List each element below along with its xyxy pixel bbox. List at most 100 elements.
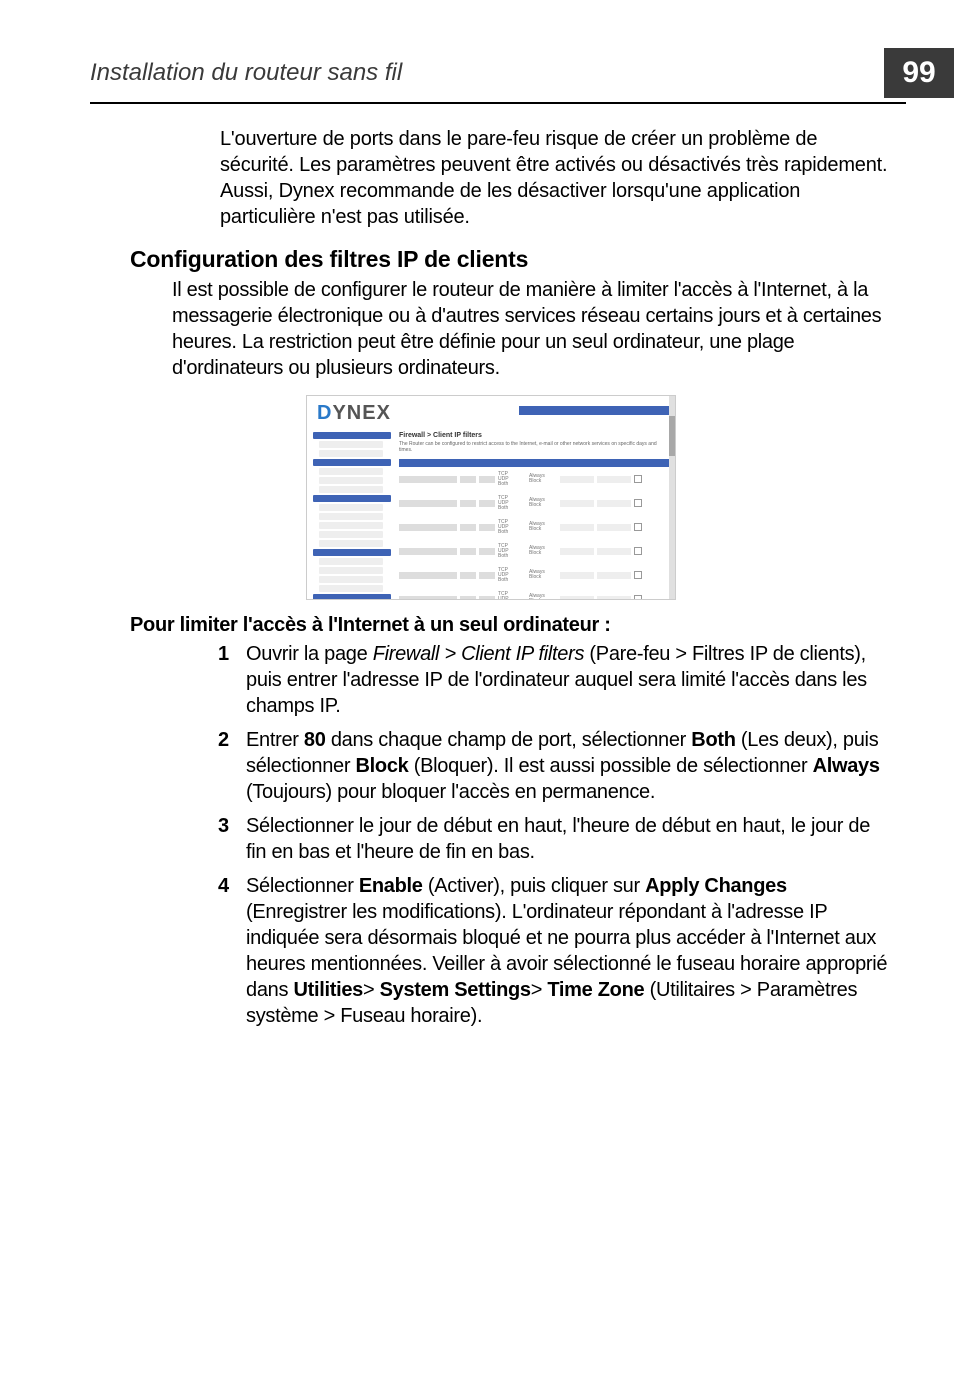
router-ui-screenshot: DYNEX Firewal	[306, 395, 676, 600]
sidebar-item	[313, 459, 391, 466]
day-select	[560, 572, 594, 579]
type-radio-group: TCPUDPBoth	[498, 520, 526, 535]
action-radio-group: AlwaysBlock	[529, 498, 557, 508]
step-text: Sélectionner le jour de début en haut, l…	[246, 813, 892, 865]
value: 80	[304, 729, 326, 751]
section-heading: Configuration des filtres IP de clients	[130, 246, 892, 273]
filter-row: TCPUDPBoth AlwaysBlock	[399, 491, 669, 515]
action-radio-group: AlwaysBlock	[529, 474, 557, 484]
ui-label: Enable	[359, 875, 423, 897]
text: (Toujours) pour bloquer l'accès en perma…	[246, 781, 655, 803]
ui-label: System Settings	[380, 979, 531, 1001]
enable-checkbox	[634, 523, 642, 531]
sidebar-item	[313, 495, 391, 502]
section-paragraph: Il est possible de configurer le routeur…	[172, 277, 892, 381]
ip-field	[399, 548, 457, 555]
procedure-heading: Pour limiter l'accès à l'Internet à un s…	[130, 614, 892, 637]
type-radio-group: TCPUDPBoth	[498, 568, 526, 583]
sidebar-item	[319, 531, 383, 538]
filter-row: TCPUDPBoth AlwaysBlock	[399, 587, 669, 600]
ui-label: Block	[356, 755, 409, 777]
step-number: 2	[218, 727, 246, 805]
filter-row: TCPUDPBoth AlwaysBlock	[399, 563, 669, 587]
step-1: 1 Ouvrir la page Firewall > Client IP fi…	[218, 641, 892, 719]
port-field	[479, 476, 495, 483]
sidebar-item	[319, 567, 383, 574]
text: dans chaque champ de port, sélectionner	[326, 729, 692, 751]
day-select	[560, 500, 594, 507]
ui-label: Always	[813, 755, 880, 777]
page-content: L'ouverture de ports dans le pare-feu ri…	[0, 104, 954, 1029]
sidebar-item	[313, 594, 391, 600]
port-field	[460, 476, 476, 483]
port-field	[460, 572, 476, 579]
sidebar-item	[319, 513, 383, 520]
text: Entrer	[246, 729, 304, 751]
filter-row: TCPUDPBoth AlwaysBlock	[399, 467, 669, 491]
text: Ouvrir la page	[246, 643, 373, 665]
sidebar-item	[319, 441, 383, 448]
step-3: 3 Sélectionner le jour de début en haut,…	[218, 813, 892, 865]
sidebar-item	[319, 486, 383, 493]
action-radio-group: AlwaysBlock	[529, 570, 557, 580]
table-header-bar	[399, 459, 669, 467]
enable-checkbox	[634, 499, 642, 507]
type-radio-group: TCPUDPBoth	[498, 496, 526, 511]
port-field	[460, 548, 476, 555]
filter-row: TCPUDPBoth AlwaysBlock	[399, 539, 669, 563]
step-number: 3	[218, 813, 246, 865]
type-radio-group: TCPUDPBoth	[498, 592, 526, 601]
text: Sélectionner	[246, 875, 359, 897]
enable-checkbox	[634, 571, 642, 579]
sidebar-item	[319, 450, 383, 457]
port-field	[460, 596, 476, 601]
sidebar-item	[313, 432, 391, 439]
scrollbar-thumb	[669, 416, 675, 456]
step-2: 2 Entrer 80 dans chaque champ de port, s…	[218, 727, 892, 805]
running-title: Installation du routeur sans fil	[90, 59, 884, 87]
step-text: Ouvrir la page Firewall > Client IP filt…	[246, 641, 892, 719]
step-number: 1	[218, 641, 246, 719]
ui-label: Utilities	[293, 979, 363, 1001]
ui-label: Both	[691, 729, 735, 751]
port-field	[479, 548, 495, 555]
page-header: Installation du routeur sans fil 99	[90, 48, 906, 104]
step-text: Sélectionner Enable (Activer), puis cliq…	[246, 873, 892, 1029]
day-select	[560, 548, 594, 555]
port-field	[479, 524, 495, 531]
action-radio-group: AlwaysBlock	[529, 546, 557, 556]
sidebar-item	[319, 585, 383, 592]
text: >	[363, 979, 380, 1001]
sidebar-item	[319, 468, 383, 475]
ui-label: Time Zone	[547, 979, 644, 1001]
main-panel: Firewall > Client IP filters The Router …	[399, 432, 669, 600]
ip-field	[399, 596, 457, 601]
enable-checkbox	[634, 595, 642, 600]
action-radio-group: AlwaysBlock	[529, 522, 557, 532]
step-number: 4	[218, 873, 246, 1029]
sidebar-item	[319, 477, 383, 484]
text: >	[531, 979, 548, 1001]
time-select	[597, 524, 631, 531]
text: (Activer), puis cliquer sur	[423, 875, 645, 897]
port-field	[460, 500, 476, 507]
port-field	[479, 596, 495, 601]
step-text: Entrer 80 dans chaque champ de port, sél…	[246, 727, 892, 805]
sidebar-item	[319, 522, 383, 529]
time-select	[597, 500, 631, 507]
action-radio-group: AlwaysBlock	[529, 594, 557, 600]
day-select	[560, 524, 594, 531]
ip-field	[399, 500, 457, 507]
day-select	[560, 476, 594, 483]
ui-path: Firewall > Client IP filters	[373, 643, 584, 665]
sidebar-item	[319, 504, 383, 511]
dynex-logo: DYNEX	[317, 402, 391, 425]
intro-paragraph: L'ouverture de ports dans le pare-feu ri…	[220, 126, 892, 230]
sidebar-item	[319, 540, 383, 547]
ip-field	[399, 524, 457, 531]
sidebar-item	[319, 576, 383, 583]
time-select	[597, 548, 631, 555]
enable-checkbox	[634, 547, 642, 555]
port-field	[479, 572, 495, 579]
enable-checkbox	[634, 475, 642, 483]
